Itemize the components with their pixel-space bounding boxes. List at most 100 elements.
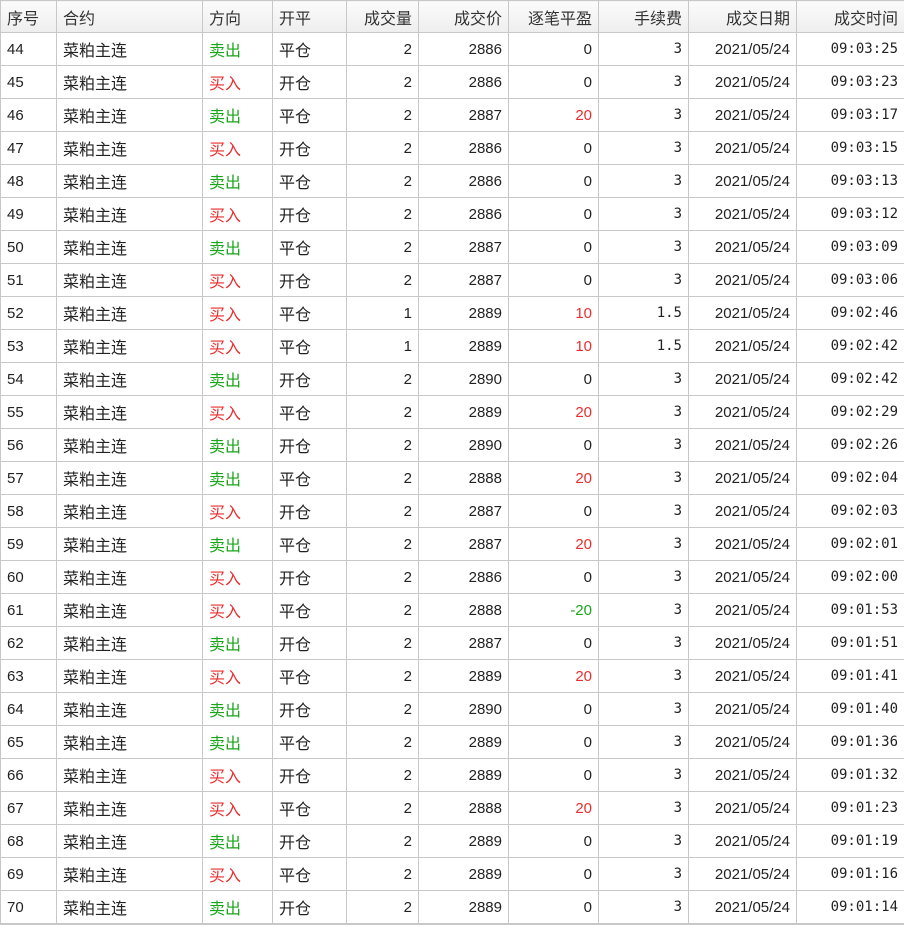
cell-contract: 菜粕主连: [57, 99, 203, 132]
table-header: 序号 合约 方向 开平 成交量 成交价 逐笔平盈 手续费 成交日期 成交时间: [1, 1, 904, 33]
cell-time: 09:02:01: [797, 528, 904, 561]
cell-pnl: 0: [509, 198, 599, 231]
table-row[interactable]: 70菜粕主连卖出开仓22889032021/05/2409:01:14: [1, 891, 904, 924]
cell-contract: 菜粕主连: [57, 264, 203, 297]
cell-price: 2889: [419, 726, 509, 759]
table-row[interactable]: 68菜粕主连卖出开仓22889032021/05/2409:01:19: [1, 825, 904, 858]
cell-time: 09:03:06: [797, 264, 904, 297]
cell-price: 2890: [419, 363, 509, 396]
cell-serial: 69: [1, 858, 57, 891]
column-header-contract[interactable]: 合约: [57, 1, 203, 33]
table-row[interactable]: 55菜粕主连买入平仓228892032021/05/2409:02:29: [1, 396, 904, 429]
cell-contract: 菜粕主连: [57, 66, 203, 99]
cell-price: 2889: [419, 759, 509, 792]
cell-direction: 卖出: [203, 891, 273, 924]
cell-serial: 59: [1, 528, 57, 561]
table-row[interactable]: 66菜粕主连买入开仓22889032021/05/2409:01:32: [1, 759, 904, 792]
cell-price: 2889: [419, 825, 509, 858]
table-row[interactable]: 69菜粕主连买入平仓22889032021/05/2409:01:16: [1, 858, 904, 891]
cell-date: 2021/05/24: [689, 858, 797, 891]
cell-open-close: 开仓: [273, 66, 347, 99]
cell-volume: 2: [347, 99, 419, 132]
cell-contract: 菜粕主连: [57, 330, 203, 363]
table-row[interactable]: 54菜粕主连卖出开仓22890032021/05/2409:02:42: [1, 363, 904, 396]
cell-open-close: 平仓: [273, 231, 347, 264]
cell-time: 09:02:04: [797, 462, 904, 495]
cell-fee: 3: [599, 99, 689, 132]
cell-volume: 2: [347, 198, 419, 231]
table-row[interactable]: 52菜粕主连买入平仓12889101.52021/05/2409:02:46: [1, 297, 904, 330]
table-row[interactable]: 63菜粕主连买入平仓228892032021/05/2409:01:41: [1, 660, 904, 693]
cell-time: 09:03:23: [797, 66, 904, 99]
cell-pnl: 0: [509, 726, 599, 759]
table-row[interactable]: 53菜粕主连买入平仓12889101.52021/05/2409:02:42: [1, 330, 904, 363]
cell-open-close: 开仓: [273, 561, 347, 594]
cell-price: 2886: [419, 561, 509, 594]
table-row[interactable]: 49菜粕主连买入开仓22886032021/05/2409:03:12: [1, 198, 904, 231]
cell-date: 2021/05/24: [689, 264, 797, 297]
cell-serial: 62: [1, 627, 57, 660]
cell-pnl: 10: [509, 330, 599, 363]
cell-time: 09:03:09: [797, 231, 904, 264]
cell-volume: 2: [347, 825, 419, 858]
cell-direction: 买入: [203, 495, 273, 528]
table-row[interactable]: 65菜粕主连卖出平仓22889032021/05/2409:01:36: [1, 726, 904, 759]
table-row[interactable]: 44菜粕主连卖出平仓22886032021/05/2409:03:25: [1, 33, 904, 66]
table-row[interactable]: 62菜粕主连卖出开仓22887032021/05/2409:01:51: [1, 627, 904, 660]
cell-open-close: 开仓: [273, 198, 347, 231]
cell-volume: 1: [347, 297, 419, 330]
cell-direction: 买入: [203, 264, 273, 297]
cell-date: 2021/05/24: [689, 462, 797, 495]
cell-price: 2889: [419, 396, 509, 429]
cell-serial: 49: [1, 198, 57, 231]
cell-pnl: 20: [509, 396, 599, 429]
column-header-direction[interactable]: 方向: [203, 1, 273, 33]
column-header-serial[interactable]: 序号: [1, 1, 57, 33]
table-row[interactable]: 57菜粕主连卖出平仓228882032021/05/2409:02:04: [1, 462, 904, 495]
column-header-open-close[interactable]: 开平: [273, 1, 347, 33]
table-row[interactable]: 45菜粕主连买入开仓22886032021/05/2409:03:23: [1, 66, 904, 99]
cell-direction: 卖出: [203, 462, 273, 495]
cell-fee: 3: [599, 528, 689, 561]
cell-serial: 68: [1, 825, 57, 858]
cell-price: 2888: [419, 792, 509, 825]
cell-pnl: 0: [509, 891, 599, 924]
table-row[interactable]: 64菜粕主连卖出开仓22890032021/05/2409:01:40: [1, 693, 904, 726]
cell-pnl: 20: [509, 528, 599, 561]
cell-fee: 3: [599, 429, 689, 462]
cell-price: 2887: [419, 231, 509, 264]
table-row[interactable]: 47菜粕主连买入开仓22886032021/05/2409:03:15: [1, 132, 904, 165]
table-row[interactable]: 56菜粕主连卖出开仓22890032021/05/2409:02:26: [1, 429, 904, 462]
cell-price: 2886: [419, 66, 509, 99]
table-row[interactable]: 58菜粕主连买入开仓22887032021/05/2409:02:03: [1, 495, 904, 528]
cell-time: 09:03:13: [797, 165, 904, 198]
table-row[interactable]: 67菜粕主连买入平仓228882032021/05/2409:01:23: [1, 792, 904, 825]
column-header-price[interactable]: 成交价: [419, 1, 509, 33]
cell-price: 2887: [419, 528, 509, 561]
column-header-date[interactable]: 成交日期: [689, 1, 797, 33]
cell-time: 09:02:42: [797, 330, 904, 363]
cell-pnl: 0: [509, 825, 599, 858]
cell-date: 2021/05/24: [689, 891, 797, 924]
table-row[interactable]: 60菜粕主连买入开仓22886032021/05/2409:02:00: [1, 561, 904, 594]
cell-time: 09:01:40: [797, 693, 904, 726]
cell-date: 2021/05/24: [689, 726, 797, 759]
column-header-time[interactable]: 成交时间: [797, 1, 904, 33]
cell-fee: 3: [599, 594, 689, 627]
cell-serial: 53: [1, 330, 57, 363]
cell-open-close: 平仓: [273, 165, 347, 198]
cell-time: 09:03:25: [797, 33, 904, 66]
table-row[interactable]: 50菜粕主连卖出平仓22887032021/05/2409:03:09: [1, 231, 904, 264]
column-header-fee[interactable]: 手续费: [599, 1, 689, 33]
table-row[interactable]: 48菜粕主连卖出平仓22886032021/05/2409:03:13: [1, 165, 904, 198]
cell-fee: 3: [599, 693, 689, 726]
table-row[interactable]: 61菜粕主连买入平仓22888-2032021/05/2409:01:53: [1, 594, 904, 627]
table-row[interactable]: 51菜粕主连买入开仓22887032021/05/2409:03:06: [1, 264, 904, 297]
cell-open-close: 开仓: [273, 495, 347, 528]
cell-pnl: -20: [509, 594, 599, 627]
table-row[interactable]: 46菜粕主连卖出平仓228872032021/05/2409:03:17: [1, 99, 904, 132]
column-header-pnl[interactable]: 逐笔平盈: [509, 1, 599, 33]
table-row[interactable]: 59菜粕主连卖出平仓228872032021/05/2409:02:01: [1, 528, 904, 561]
cell-direction: 买入: [203, 330, 273, 363]
column-header-volume[interactable]: 成交量: [347, 1, 419, 33]
